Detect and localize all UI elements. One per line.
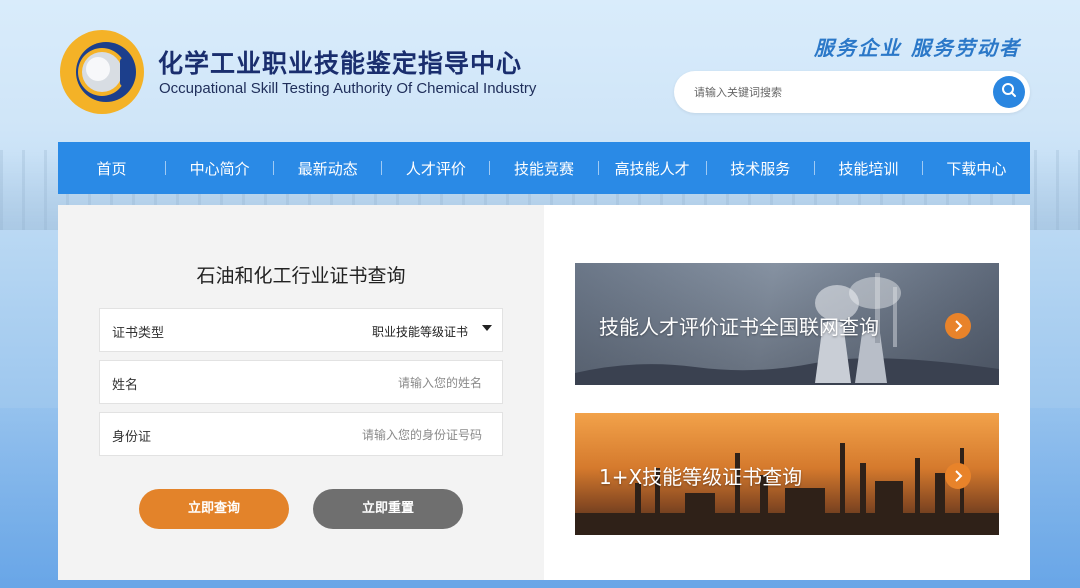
site-logo[interactable] [58,28,146,116]
nav-item-skill-competition[interactable]: 技能竞赛 [490,158,597,179]
quick-links-panel: 技能人才评价证书全国联网查询 1+X技能等级证书查询 [544,205,1030,580]
reset-button[interactable]: 立即重置 [313,489,463,529]
nav-item-about[interactable]: 中心简介 [166,158,273,179]
nav-item-downloads[interactable]: 下载中心 [923,158,1030,179]
search-icon [1001,82,1017,102]
name-field: 姓名 [99,360,503,404]
name-label: 姓名 [112,378,139,393]
chevron-right-icon [945,313,971,339]
chevron-right-icon [945,463,971,489]
site-title: 化学工业职业技能鉴定指导中心 [158,49,523,78]
caret-down-icon [482,325,492,331]
nav-item-news[interactable]: 最新动态 [274,158,381,179]
id-card-input[interactable] [242,425,482,445]
id-card-label: 身份证 [112,430,152,445]
query-button[interactable]: 立即查询 [139,489,289,529]
cert-type-label: 证书类型 [112,326,165,341]
nav-item-high-skill-talent[interactable]: 高技能人才 [599,158,706,179]
one-plus-x-cert-query-label: 1+X技能等级证书查询 [599,465,803,489]
certificate-query-form: 石油和化工行业证书查询 证书类型 职业技能等级证书 姓名 身份证 立即查询 立即… [58,205,544,580]
national-cert-query-card[interactable]: 技能人才评价证书全国联网查询 [575,263,999,385]
main-content: 石油和化工行业证书查询 证书类型 职业技能等级证书 姓名 身份证 立即查询 立即… [58,205,1030,580]
search-box [674,71,1030,113]
name-input[interactable] [242,373,482,393]
search-button[interactable] [993,76,1025,108]
site-subtitle: Occupational Skill Testing Authority Of … [159,80,537,97]
search-input[interactable] [694,82,984,102]
nav-item-talent-evaluation[interactable]: 人才评价 [382,158,489,179]
main-nav: 首页 中心简介 最新动态 人才评价 技能竞赛 高技能人才 技术服务 技能培训 下… [58,142,1030,194]
site-slogan: 服务企业 服务劳动者 [814,36,1021,60]
nav-item-technical-service[interactable]: 技术服务 [707,158,814,179]
nav-item-home[interactable]: 首页 [58,158,165,179]
cert-type-value: 职业技能等级证书 [371,325,468,339]
cert-type-select[interactable]: 证书类型 职业技能等级证书 [99,308,503,352]
id-card-field: 身份证 [99,412,503,456]
one-plus-x-cert-query-card[interactable]: 1+X技能等级证书查询 [575,413,999,535]
national-cert-query-label: 技能人才评价证书全国联网查询 [599,315,879,339]
nav-item-skill-training[interactable]: 技能培训 [815,158,922,179]
form-title: 石油和化工行业证书查询 [196,265,406,287]
